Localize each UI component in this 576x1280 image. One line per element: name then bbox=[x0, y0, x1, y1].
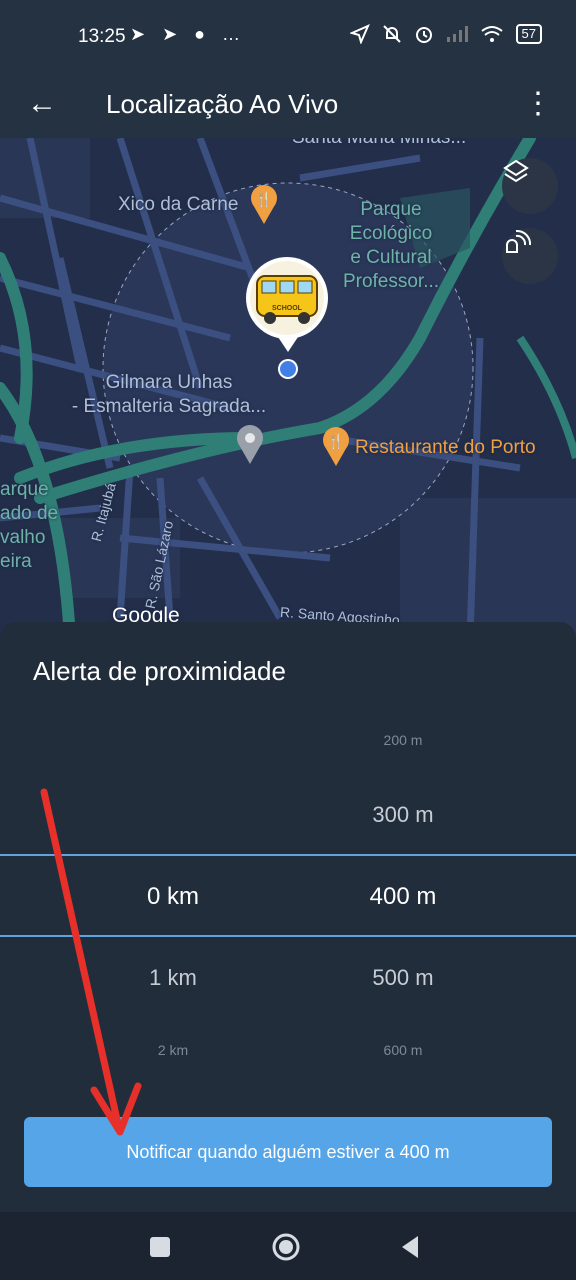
layers-icon bbox=[503, 159, 529, 183]
home-icon[interactable] bbox=[271, 1232, 301, 1262]
status-time: 13:25 bbox=[78, 26, 126, 47]
bell-radar-icon bbox=[506, 229, 532, 253]
meter-option[interactable]: 200 m bbox=[330, 732, 476, 748]
map-label: Parque Ecológico e Cultural Professor... bbox=[342, 199, 440, 292]
back-button[interactable]: ← bbox=[22, 80, 62, 128]
map-label: Gilmara Unhas - Esmalteria Sagrada... bbox=[71, 372, 267, 417]
selection-top-line bbox=[0, 854, 576, 856]
more-options-button[interactable]: ⋮ bbox=[518, 80, 558, 128]
km-option[interactable]: 1 km bbox=[100, 965, 246, 991]
proximity-alert-sheet: Alerta de proximidade 200 m 300 m 0 km 4… bbox=[0, 622, 576, 1212]
selection-bottom-line bbox=[0, 935, 576, 937]
map-label: Xico da Carne bbox=[118, 194, 239, 215]
signal-icon bbox=[446, 26, 468, 42]
alarm-icon bbox=[415, 27, 432, 43]
map-view[interactable]: 🍴 🍴 SCHOOL Santa Maria Minas... Xico da … bbox=[0, 138, 576, 638]
location-icon bbox=[349, 24, 370, 44]
notification-icons: ➤ ➤ ● … bbox=[130, 24, 247, 44]
notify-button[interactable]: Notificar quando alguém estiver a 400 m bbox=[24, 1117, 552, 1187]
km-option-selected[interactable]: 0 km bbox=[100, 883, 246, 911]
status-icons: 57 bbox=[349, 24, 542, 44]
system-nav-bar bbox=[0, 1212, 576, 1280]
map-label: Santa Maria Minas... bbox=[292, 138, 466, 150]
wifi-icon bbox=[480, 26, 503, 42]
battery-indicator: 57 bbox=[515, 24, 542, 44]
page-title: Localização Ao Vivo bbox=[106, 89, 339, 119]
map-label: Restaurante do Porto bbox=[355, 437, 536, 458]
bus-badge: SCHOOL bbox=[272, 305, 303, 312]
meter-option-selected[interactable]: 400 m bbox=[330, 883, 476, 911]
layers-button[interactable] bbox=[502, 158, 558, 214]
meter-option[interactable]: 600 m bbox=[330, 1042, 476, 1058]
meter-option[interactable]: 300 m bbox=[330, 802, 476, 828]
svg-text:🍴: 🍴 bbox=[327, 433, 344, 450]
sheet-title: Alerta de proximidade bbox=[33, 656, 286, 686]
proximity-alert-button[interactable] bbox=[502, 228, 558, 284]
mute-icon bbox=[382, 25, 401, 43]
status-bar: 13:25 ➤ ➤ ● … 57 bbox=[0, 0, 576, 72]
back-nav-icon[interactable] bbox=[396, 1232, 426, 1262]
recents-icon[interactable] bbox=[145, 1232, 175, 1262]
svg-text:🍴: 🍴 bbox=[255, 191, 272, 208]
km-option[interactable]: 2 km bbox=[100, 1042, 246, 1058]
map-label: arque ado de valho eira bbox=[0, 479, 59, 572]
app-bar: ← Localização Ao Vivo ⋮ bbox=[0, 72, 576, 138]
meter-option[interactable]: 500 m bbox=[330, 965, 476, 991]
